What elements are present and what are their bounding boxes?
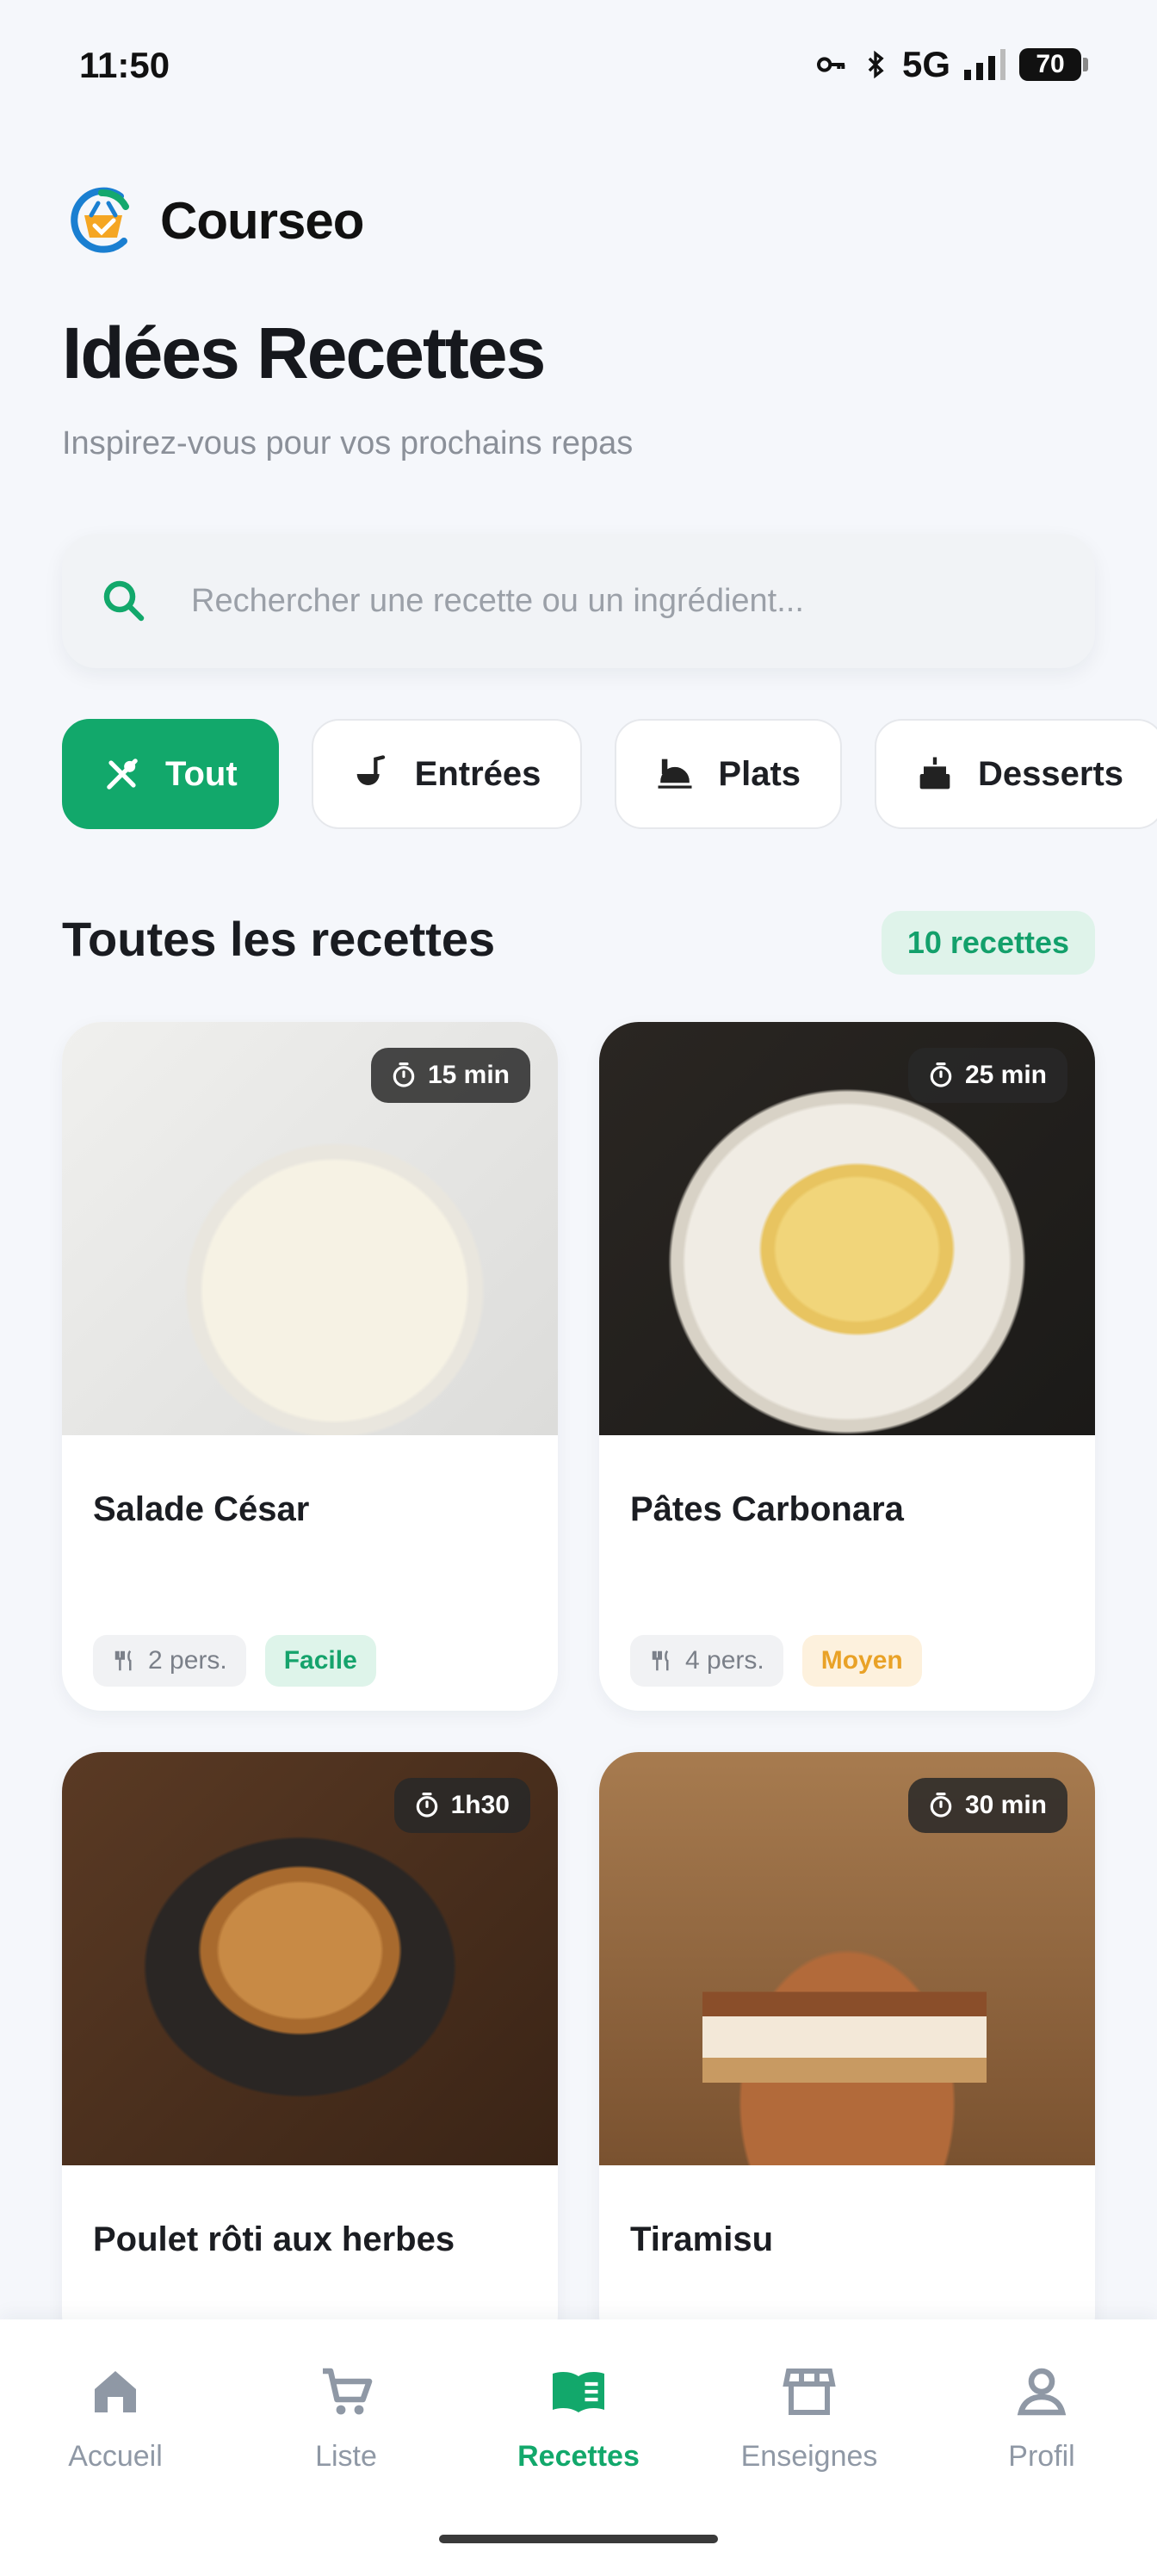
- chip-label: Desserts: [978, 754, 1124, 793]
- difficulty-badge: Moyen: [801, 1635, 922, 1687]
- status-time: 11:50: [79, 45, 170, 85]
- bluetooth-icon: [868, 50, 884, 79]
- nav-enseignes[interactable]: Enseignes: [715, 2361, 904, 2474]
- nav-label: Profil: [1008, 2440, 1075, 2473]
- category-filters: Tout Entrées Plats Desserts: [62, 719, 1157, 829]
- dish-icon: [658, 759, 692, 789]
- nav-label: Recettes: [517, 2440, 640, 2473]
- fork-knife-icon: [652, 1650, 669, 1671]
- recipe-name: Tiramisu: [630, 2220, 773, 2258]
- network-label: 5G: [901, 44, 950, 84]
- recipe-image-tiramisu: 30 min: [599, 1752, 1095, 2165]
- utensils-icon: [107, 759, 138, 790]
- recipe-card[interactable]: 30 min Tiramisu: [599, 1752, 1095, 2355]
- key-icon: [816, 57, 845, 72]
- search-bar[interactable]: [62, 534, 1095, 668]
- recipe-image-poulet: 1h30: [62, 1752, 558, 2165]
- store-icon: [783, 2369, 836, 2415]
- chip-tout[interactable]: Tout: [62, 719, 279, 829]
- status-icons: 5G 70: [814, 43, 1088, 86]
- servings-label: 2 pers.: [148, 1646, 227, 1675]
- nav-profil[interactable]: Profil: [947, 2361, 1136, 2474]
- recipe-image-carbonara: 25 min: [599, 1022, 1095, 1435]
- time-badge: 15 min: [370, 1048, 530, 1103]
- time-badge: 25 min: [907, 1048, 1067, 1103]
- user-icon: [1017, 2368, 1067, 2416]
- recipe-card[interactable]: 1h30 Poulet rôti aux herbes: [62, 1752, 558, 2355]
- fork-knife-icon: [114, 1650, 132, 1671]
- page-title: Idées Recettes: [62, 313, 546, 393]
- chip-plats[interactable]: Plats: [615, 719, 843, 829]
- recipe-time: 30 min: [964, 1791, 1047, 1819]
- signal-icon: [964, 49, 1005, 80]
- status-bar: 11:50 5G 70: [0, 0, 1157, 129]
- recipe-name: Poulet rôti aux herbes: [93, 2220, 455, 2258]
- recipe-image-salade: 15 min: [62, 1022, 558, 1435]
- servings-pill: 4 pers.: [630, 1635, 783, 1687]
- nav-label: Enseignes: [740, 2440, 878, 2473]
- brand-name: Courseo: [160, 191, 364, 250]
- recipe-meta: 2 pers. Facile: [93, 1635, 376, 1687]
- chip-label: Tout: [165, 754, 238, 793]
- recipe-card[interactable]: 25 min Pâtes Carbonara 4 pers. Moyen: [599, 1022, 1095, 1711]
- courseo-logo-icon: [71, 187, 129, 253]
- brand: Courseo: [67, 181, 364, 260]
- nav-liste[interactable]: Liste: [251, 2361, 441, 2474]
- battery-indicator: 70: [1019, 48, 1088, 81]
- chip-desserts[interactable]: Desserts: [875, 719, 1157, 829]
- page-subtitle: Inspirez-vous pour vos prochains repas: [62, 425, 634, 461]
- search-input[interactable]: [189, 581, 1054, 621]
- home-icon: [95, 2371, 136, 2412]
- nav-label: Liste: [315, 2440, 377, 2473]
- book-icon: [553, 2372, 604, 2412]
- timer-icon: [393, 1062, 415, 1087]
- time-badge: 30 min: [907, 1778, 1067, 1833]
- nav-accueil[interactable]: Accueil: [21, 2361, 210, 2474]
- difficulty-badge: Facile: [264, 1635, 376, 1687]
- recipe-name: Salade César: [93, 1490, 310, 1528]
- home-indicator[interactable]: [439, 2535, 718, 2543]
- chip-label: Entrées: [414, 754, 541, 793]
- nav-recettes[interactable]: Recettes: [484, 2361, 673, 2474]
- chip-entrees[interactable]: Entrées: [311, 719, 583, 829]
- nav-label: Accueil: [68, 2440, 163, 2473]
- ladle-icon: [356, 755, 385, 785]
- search-icon: [103, 580, 145, 622]
- cart-icon: [323, 2368, 373, 2415]
- recipe-time: 1h30: [450, 1791, 510, 1819]
- timer-icon: [930, 1793, 952, 1817]
- recipe-card[interactable]: 15 min Salade César 2 pers. Facile: [62, 1022, 558, 1711]
- servings-pill: 2 pers.: [93, 1635, 246, 1687]
- section-title: Toutes les recettes: [62, 912, 496, 966]
- chip-label: Plats: [718, 754, 801, 793]
- recipe-time: 15 min: [427, 1061, 510, 1089]
- recipe-name: Pâtes Carbonara: [630, 1490, 904, 1528]
- recipe-time: 25 min: [964, 1061, 1047, 1089]
- time-badge: 1h30: [393, 1778, 530, 1833]
- recipe-meta: 4 pers. Moyen: [630, 1635, 922, 1687]
- cake-icon: [919, 757, 950, 790]
- servings-label: 4 pers.: [685, 1646, 764, 1675]
- bottom-nav: Accueil Liste Recettes Enseignes Profil: [0, 2319, 1157, 2576]
- timer-icon: [930, 1062, 952, 1087]
- recipe-count-badge: 10 recettes: [881, 911, 1095, 975]
- timer-icon: [416, 1793, 437, 1817]
